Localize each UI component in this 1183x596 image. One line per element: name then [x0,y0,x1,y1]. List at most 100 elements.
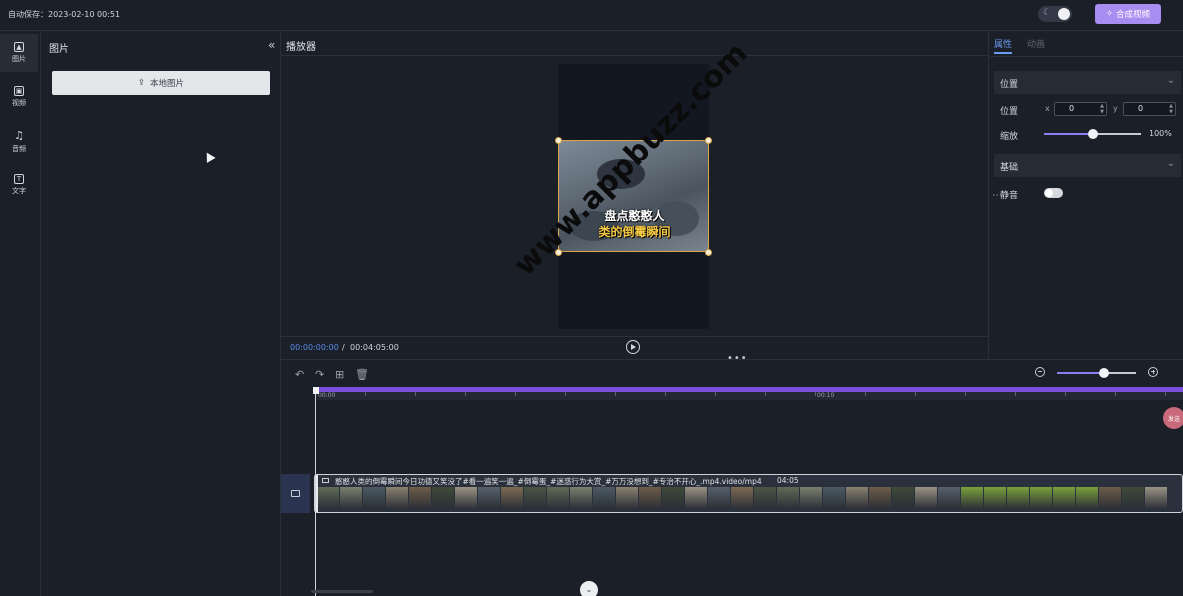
video-track-icon [291,490,300,497]
zoom-out-icon[interactable] [1035,367,1045,377]
playhead-handle[interactable] [313,387,319,394]
resize-handle-bottom-right[interactable] [705,249,712,256]
ruler-tick [615,392,616,396]
divider [990,56,1183,57]
clip-thumbnail [662,487,684,509]
ruler-tick [465,392,466,396]
resize-handle-bottom-left[interactable] [555,249,562,256]
ruler-tick [765,392,766,396]
autosave-status: 自动保存：2023-02-10 00:51 [8,10,121,19]
resize-handle-top-right[interactable] [705,137,712,144]
clip-duration: 04:05 [777,476,799,485]
stepper-arrows-icon[interactable]: ▲ ▼ [1100,103,1104,115]
stepper-arrows-icon[interactable]: ▲ ▼ [1169,103,1173,115]
ruler-label: 00:00 [318,392,336,399]
text-icon: T [14,174,24,184]
export-video-button[interactable]: ✧ 合成视频 [1095,4,1161,24]
x-value: 0 [1069,104,1075,113]
clip-thumbnail [570,487,592,509]
horizontal-scrollbar[interactable] [311,590,373,593]
clip-thumbnail [1030,487,1052,509]
nav-item-image[interactable]: ▲ 图片 [0,34,38,72]
play-circle-icon[interactable] [626,340,640,354]
clip-thumbnail [869,487,891,509]
clip-thumbnail [708,487,730,509]
clip-thumbnail [984,487,1006,509]
zoom-in-icon[interactable] [1148,367,1158,377]
clip-thumbnail [754,487,776,509]
resize-handle-top-left[interactable] [555,137,562,144]
time-ruler[interactable]: 00:00 00:10 [315,392,1183,400]
player-title: 播放器 [286,42,316,53]
grid-icon[interactable]: ⊞ [335,368,344,381]
undo-icon[interactable]: ↶ [295,368,304,381]
double-chevron-left-icon[interactable]: « [268,38,275,52]
playhead[interactable] [315,388,316,596]
clip-thumbnail [317,487,339,509]
image-icon: ▲ [14,42,24,52]
position-section-header[interactable]: 位置 ⌄ [994,71,1181,94]
caption-line-1: 盘点憨憨人 [604,209,665,223]
clip-thumbnail [340,487,362,509]
nav-item-text[interactable]: T 文字 [0,166,38,204]
local-image-label: 本地图片 [150,79,185,89]
nav-item-label: 文字 [12,187,26,195]
section-title: 位置 [1000,80,1019,90]
current-time: 00:00:00:00 [290,343,339,352]
trash-icon[interactable]: 🗑 [355,368,369,381]
local-image-button[interactable]: ⇪ 本地图片 [52,71,270,95]
nav-item-label: 视频 [12,99,26,107]
x-position-input[interactable]: 0 ▲ ▼ [1054,102,1107,116]
resize-grip-icon[interactable]: ••• [727,353,748,364]
tab-animation[interactable]: 动画 [1027,37,1045,50]
image-panel: 图片 « ⇪ 本地图片 [41,32,281,596]
floating-bubble[interactable]: 发送 [1163,407,1183,429]
basic-section-header[interactable]: 基础 ⌄ [994,154,1181,177]
ruler-tick [1015,392,1016,396]
video-clip[interactable]: 憨憨人类的倒霉瞬间今日功德又笑没了#看一遍笑一遍_#倒霉蛋_#迷惑行为大赏_#万… [314,474,1183,513]
ruler-tick [415,392,416,396]
timeline-zoom-knob[interactable] [1099,368,1109,378]
clip-thumbnail [501,487,523,509]
chevron-down-icon: ⌄ [1166,158,1175,169]
ruler-tick [965,392,966,396]
clip-thumbnails [317,487,1182,509]
player-panel: 播放器 盘点憨憨人 类的倒霉瞬间 www.appbuzz.com 00:00:0… [281,32,989,359]
clip-thumbnail [800,487,822,509]
redo-icon[interactable]: ↷ [315,368,324,381]
tab-properties[interactable]: 属性 [994,37,1012,50]
clip-thumbnail [478,487,500,509]
clip-thumbnail [823,487,845,509]
clip-thumbnail [1007,487,1029,509]
mute-label: 静音 [1000,191,1019,201]
clip-thumbnail [616,487,638,509]
ruler-tick [1115,392,1116,396]
section-title: 基础 [1000,163,1019,173]
chevron-down-icon: ⌄ [1166,75,1175,86]
y-value: 0 [1138,104,1144,113]
nav-item-audio[interactable]: ♫ 音频 [0,122,38,160]
clip-thumbnail [1145,487,1167,509]
theme-toggle[interactable]: ☾ [1038,6,1072,22]
panel-title: 图片 [49,44,69,55]
divider [281,336,989,337]
chevron-down-icon[interactable]: ⌄ [580,581,598,596]
clip-thumbnail [892,487,914,509]
clip-thumbnail [1053,487,1075,509]
clip-thumbnail [363,487,385,509]
scale-slider-knob[interactable] [1088,129,1098,139]
ruler-tick [515,392,516,396]
left-nav: ▲ 图片 ▣ 视频 ♫ 音频 T 文字 [0,32,41,596]
x-label: x [1045,104,1050,113]
y-position-input[interactable]: 0 ▲ ▼ [1123,102,1176,116]
mute-toggle[interactable] [1044,188,1063,198]
nav-item-label: 音频 [12,144,26,153]
music-icon: ♫ [14,128,24,142]
nav-item-video[interactable]: ▣ 视频 [0,78,38,116]
scale-value: 100% [1149,129,1172,138]
bubble-text: 发送 [1167,415,1180,423]
clip-thumbnail [961,487,983,509]
export-video-label: 合成视频 [1116,10,1151,20]
video-clip-preview[interactable]: 盘点憨憨人 类的倒霉瞬间 [558,140,709,252]
ruler-tick [815,392,816,396]
